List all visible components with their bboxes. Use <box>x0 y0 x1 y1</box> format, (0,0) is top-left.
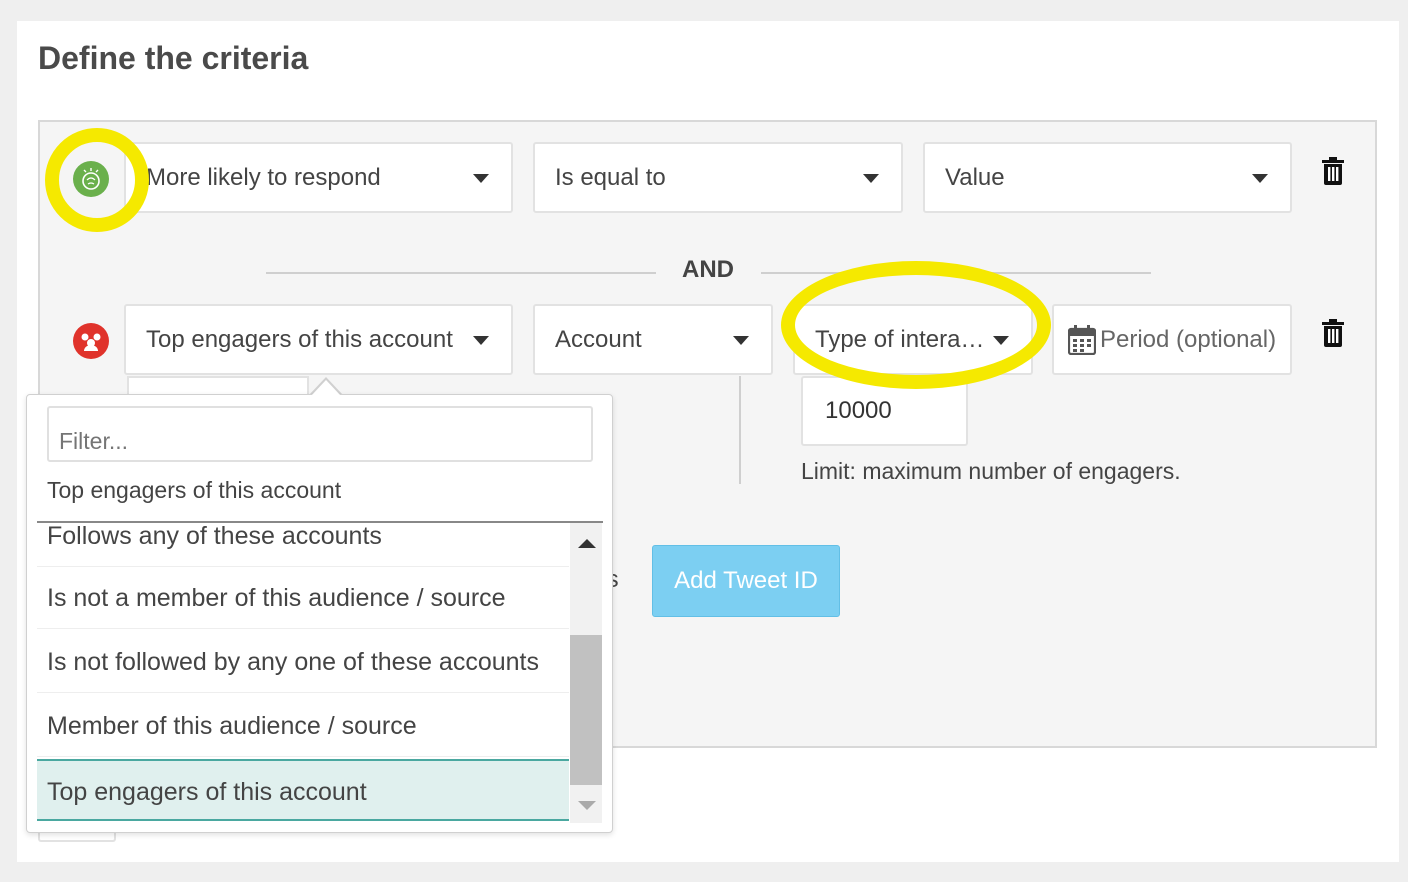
page-title: Define the criteria <box>38 40 309 76</box>
chevron-down-icon <box>473 173 489 183</box>
value-select-value: Value <box>945 163 1005 191</box>
account-select-value: Account <box>555 325 642 353</box>
highlight-annotation-2 <box>781 261 1051 389</box>
and-divider-left <box>266 272 656 274</box>
period-placeholder: Period (optional) <box>1100 325 1277 353</box>
delete-row-1-trash-icon[interactable] <box>1321 157 1345 185</box>
attribute-select-1[interactable]: More likely to respond <box>124 142 513 213</box>
operator-select[interactable]: Is equal to <box>533 142 903 213</box>
dropdown-option[interactable]: Follows any of these accounts <box>37 523 569 567</box>
chevron-down-icon <box>1252 173 1268 183</box>
dropdown-option[interactable]: Is not a member of this audience / sourc… <box>37 567 569 629</box>
dropdown-scrollbar[interactable] <box>570 523 602 823</box>
chevron-down-icon <box>473 335 489 345</box>
add-tweet-id-button[interactable]: Add Tweet ID <box>652 545 840 617</box>
attribute-select-2-value: Top engagers of this account <box>146 325 453 353</box>
limit-help-text: Limit: maximum number of engagers. <box>801 458 1181 484</box>
delete-row-2-trash-icon[interactable] <box>1321 319 1345 347</box>
account-connector-line <box>739 376 741 484</box>
chevron-down-icon <box>733 335 749 345</box>
dropdown-option-active[interactable]: Top engagers of this account <box>37 759 569 821</box>
scroll-up-arrow-icon[interactable] <box>578 539 596 548</box>
chevron-down-icon <box>863 173 879 183</box>
dropdown-filter-input[interactable] <box>47 406 593 462</box>
highlight-annotation-1 <box>45 128 149 232</box>
dropdown-options-list: Follows any of these accounts Is not a m… <box>37 523 569 823</box>
attribute-dropdown-menu: Top engagers of this account Follows any… <box>26 394 613 833</box>
group-people-icon <box>81 333 101 351</box>
scrollbar-thumb[interactable] <box>570 635 602 785</box>
account-select[interactable]: Account <box>533 304 773 375</box>
scroll-down-arrow-icon[interactable] <box>578 801 596 810</box>
operator-select-value: Is equal to <box>555 163 666 191</box>
calendar-icon <box>1068 324 1096 355</box>
value-select[interactable]: Value <box>923 142 1292 213</box>
dropdown-current-selection[interactable]: Top engagers of this account <box>47 477 341 504</box>
dropdown-option[interactable]: Is not followed by any one of these acco… <box>37 631 569 693</box>
dropdown-pointer-fill <box>311 380 341 396</box>
engagers-icon <box>73 323 109 359</box>
attribute-select-2[interactable]: Top engagers of this account <box>124 304 513 375</box>
period-field[interactable]: Period (optional) <box>1052 304 1292 375</box>
attribute-select-1-value: More likely to respond <box>146 163 381 191</box>
and-connector: AND <box>682 256 734 283</box>
dropdown-option[interactable]: Member of this audience / source <box>37 695 569 757</box>
